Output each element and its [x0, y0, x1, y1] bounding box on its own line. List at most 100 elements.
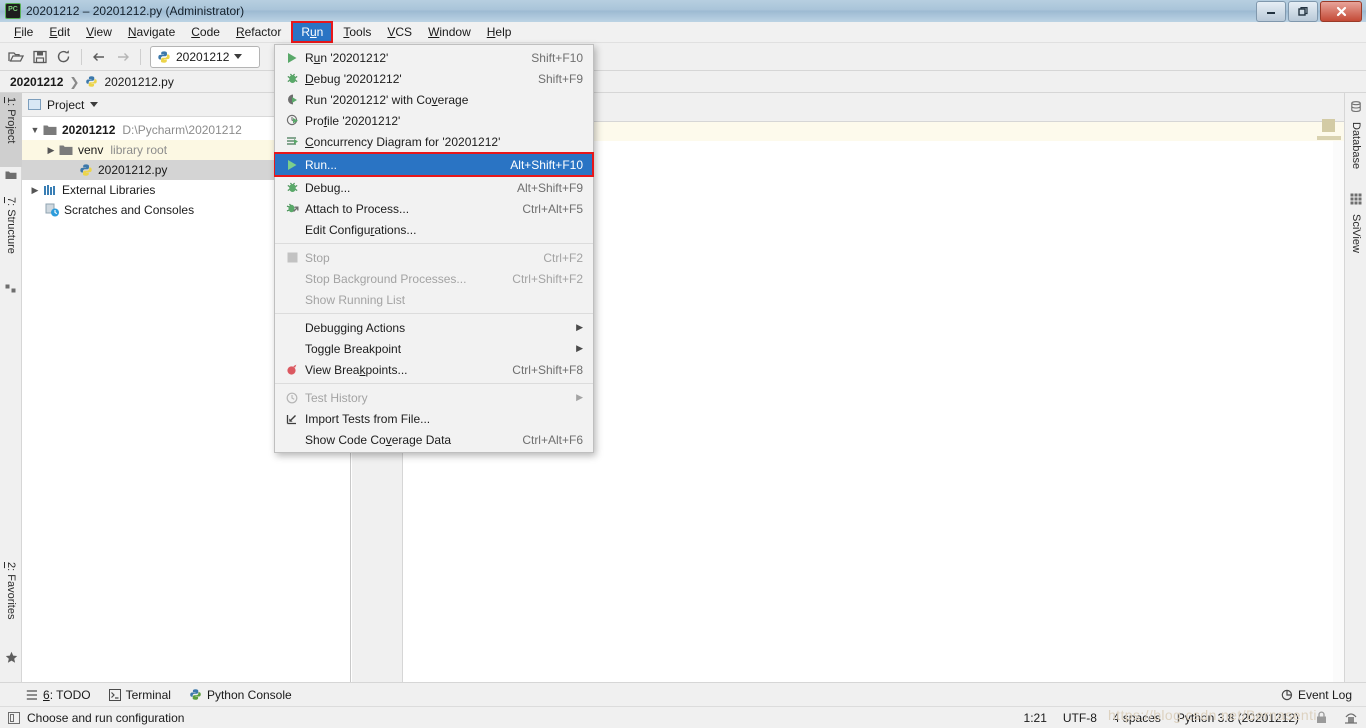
toolbar-divider-2 — [140, 48, 141, 65]
chevron-right-icon[interactable]: ▶ — [28, 185, 42, 196]
sync-icon[interactable] — [52, 46, 76, 68]
menu-item-show-running-list: Show Running List — [275, 289, 593, 310]
python-file-icon — [78, 163, 94, 177]
run-menu-highlight: Run — [291, 21, 334, 43]
menu-window[interactable]: Window — [420, 23, 479, 41]
import-tests-icon — [283, 411, 301, 427]
sidebar-item-database[interactable]: Database — [1345, 118, 1366, 190]
widget-icon — [8, 711, 20, 724]
folder-icon — [42, 123, 58, 137]
menu-item-label: Run... — [305, 157, 338, 172]
tree-label: 20201212 — [62, 123, 116, 137]
menu-refactor[interactable]: Refactor — [228, 23, 289, 41]
menu-item-label: Stop — [305, 250, 330, 265]
title-bar: PC 20201212 – 20201212.py (Administrator… — [0, 0, 1366, 23]
minimize-button[interactable] — [1256, 1, 1286, 22]
blank-icon — [283, 341, 301, 357]
tree-label: External Libraries — [62, 183, 156, 197]
menu-file[interactable]: File — [6, 23, 41, 41]
python-file-icon — [158, 50, 170, 63]
menu-item-debug-dots[interactable]: Debug... Alt+Shift+F9 — [275, 177, 593, 198]
menu-item-label: Debugging Actions — [305, 320, 406, 335]
blank-icon — [283, 292, 301, 308]
event-log-icon — [1281, 689, 1293, 700]
breadcrumb-project[interactable]: 20201212 — [10, 75, 63, 89]
banner-chip-secondary — [1317, 136, 1341, 140]
open-folder-icon[interactable] — [4, 46, 28, 68]
status-message: Choose and run configuration — [27, 710, 185, 725]
chevron-down-icon[interactable] — [234, 54, 243, 59]
menu-run[interactable]: Run — [293, 23, 332, 41]
breadcrumb-file[interactable]: 20201212.py — [104, 75, 173, 89]
event-log-button[interactable]: Event Log — [1281, 688, 1352, 702]
menu-tools[interactable]: Tools — [335, 23, 379, 41]
bottom-item-todo[interactable]: 6: TODO — [26, 688, 91, 702]
menu-item-label: Run '20201212' with Coverage — [305, 92, 469, 107]
bottom-item-label: 6: TODO — [43, 687, 91, 702]
chevron-right-icon[interactable]: ▶ — [44, 145, 58, 156]
arrow-right-icon[interactable] — [111, 46, 135, 68]
menu-item-run-with-coverage[interactable]: Run '20201212' with Coverage — [275, 89, 593, 110]
sidebar-item-favorites[interactable]: 2: Favorites — [0, 558, 22, 646]
menu-edit[interactable]: Edit — [41, 23, 78, 41]
menu-item-profile[interactable]: Profile '20201212' — [275, 110, 593, 131]
restore-button[interactable] — [1288, 1, 1318, 22]
pycharm-icon: PC — [5, 3, 21, 19]
menu-item-toggle-breakpoint[interactable]: Toggle Breakpoint ▶ — [275, 338, 593, 359]
menu-item-label: Concurrency Diagram for '20201212' — [305, 134, 501, 149]
menu-item-edit-configurations[interactable]: Edit Configurations... — [275, 219, 593, 240]
tree-note: library root — [110, 143, 168, 157]
menu-item-shortcut: Shift+F10 — [531, 50, 583, 65]
menu-item-import-tests-from-file[interactable]: Import Tests from File... — [275, 408, 593, 429]
window-title: 20201212 – 20201212.py (Administrator) — [26, 4, 245, 18]
menu-vcs[interactable]: VCS — [379, 23, 420, 41]
sidebar-item-label: 2: Favorites — [5, 562, 17, 620]
chevron-down-icon[interactable]: ▼ — [28, 125, 42, 135]
menu-item-label: Edit Configurations... — [305, 222, 417, 237]
menu-item-concurrency-diagram[interactable]: Concurrency Diagram for '20201212' — [275, 131, 593, 152]
arrow-left-icon[interactable] — [87, 46, 111, 68]
menu-item-run-dots[interactable]: Run... Alt+Shift+F10 — [275, 154, 593, 175]
menu-bar: File Edit View Navigate Code Refactor Ru… — [0, 21, 1366, 43]
menu-view[interactable]: View — [78, 23, 120, 41]
chevron-down-icon[interactable] — [90, 102, 99, 107]
menu-help[interactable]: Help — [479, 23, 520, 41]
structure-icon — [5, 283, 17, 295]
menu-item-debug-config[interactable]: Debug '20201212' Shift+F9 — [275, 68, 593, 89]
interpreter-indicator[interactable]: Python 3.8 (20201212) — [1177, 711, 1299, 725]
sidebar-item-project[interactable]: 1: Project — [0, 93, 22, 167]
menu-item-view-breakpoints[interactable]: View Breakpoints... Ctrl+Shift+F8 — [275, 359, 593, 380]
menu-item-run-config[interactable]: Run '20201212' Shift+F10 — [275, 47, 593, 68]
run-configuration-label: 20201212 — [176, 49, 230, 64]
menu-navigate[interactable]: Navigate — [120, 23, 183, 41]
menu-item-shortcut: Ctrl+F2 — [543, 250, 583, 265]
editor-scrollbar[interactable] — [1333, 141, 1344, 682]
breadcrumb-separator: ❯ — [69, 74, 80, 89]
indent-indicator[interactable]: 4 spaces — [1113, 711, 1161, 725]
menu-item-label: Debug... — [305, 180, 351, 195]
save-icon[interactable] — [28, 46, 52, 68]
menu-item-show-code-coverage-data[interactable]: Show Code Coverage Data Ctrl+Alt+F6 — [275, 429, 593, 450]
run-configuration-selector[interactable]: 20201212 — [150, 45, 260, 68]
menu-item-attach-to-process[interactable]: Attach to Process... Ctrl+Alt+F5 — [275, 198, 593, 219]
tree-label: Scratches and Consoles — [64, 203, 195, 217]
sidebar-item-sciview[interactable]: SciView — [1345, 210, 1366, 272]
tree-note: D:\Pycharm\20201212 — [122, 123, 242, 137]
caret-position[interactable]: 1:21 — [1024, 711, 1047, 725]
main-toolbar: 20201212 — [0, 43, 1366, 71]
bottom-item-python-console[interactable]: Python Console — [189, 688, 292, 702]
encoding-indicator[interactable]: UTF-8 — [1063, 711, 1097, 725]
hector-inspection-icon — [1345, 712, 1357, 724]
sidebar-item-structure[interactable]: 7: Structure — [0, 193, 22, 279]
tree-label: 20201212.py — [98, 163, 168, 177]
sidebar-item-label: SciView — [1350, 214, 1362, 253]
menu-code[interactable]: Code — [183, 23, 228, 41]
menu-item-shortcut: Shift+F9 — [537, 71, 583, 86]
menu-item-label: Debug '20201212' — [305, 71, 402, 86]
close-button[interactable] — [1320, 1, 1362, 22]
bottom-item-terminal[interactable]: Terminal — [108, 688, 171, 702]
sidebar-item-label: 1: Project — [5, 97, 17, 144]
menu-item-debugging-actions[interactable]: Debugging Actions ▶ — [275, 317, 593, 338]
profile-clock-icon — [283, 113, 301, 129]
blank-icon — [283, 271, 301, 287]
